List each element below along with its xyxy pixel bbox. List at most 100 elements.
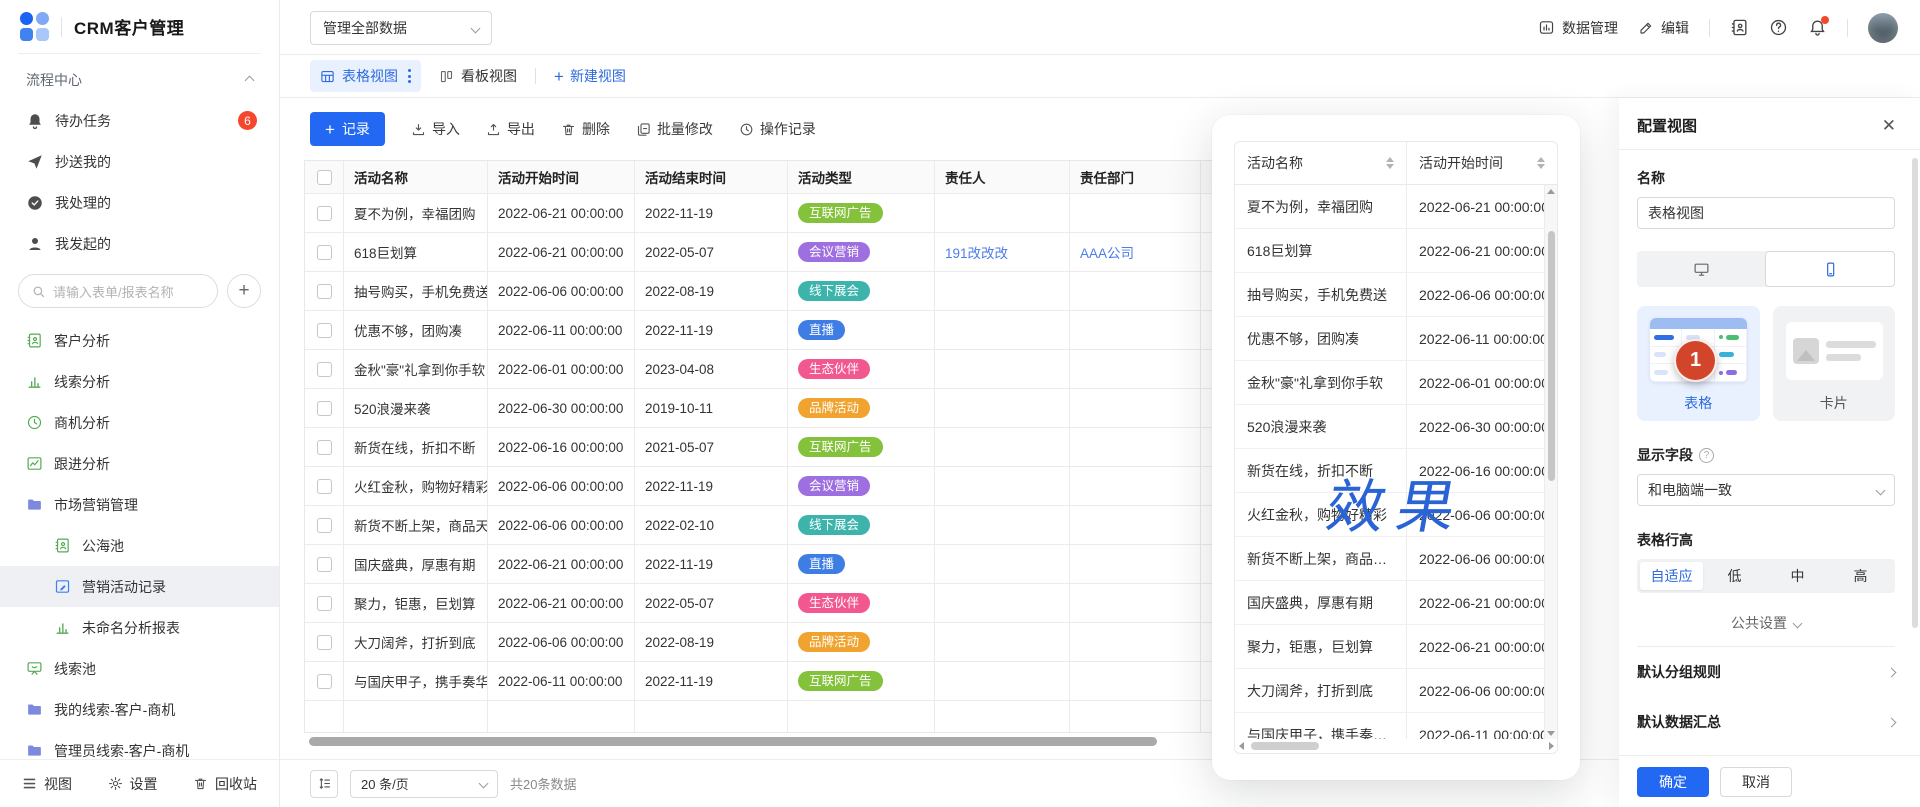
row-checkbox[interactable] xyxy=(317,674,332,689)
row-height-option-mid[interactable]: 中 xyxy=(1766,562,1829,590)
edit-button[interactable]: 编辑 xyxy=(1638,18,1689,38)
common-settings-toggle[interactable]: 公共设置 xyxy=(1637,613,1895,633)
view-type-table-card[interactable]: 1 表格 xyxy=(1637,306,1760,421)
sidebar-item-todo[interactable]: 待办任务 6 xyxy=(0,100,279,141)
bar-chart-icon xyxy=(26,373,43,390)
mobile-toggle[interactable] xyxy=(1765,251,1895,287)
select-all-checkbox[interactable] xyxy=(317,170,332,185)
add-form-button[interactable]: + xyxy=(227,274,261,308)
row-checkbox[interactable] xyxy=(317,479,332,494)
sort-icon[interactable] xyxy=(1386,157,1394,169)
tab-board-view[interactable]: 看板视图 xyxy=(439,66,517,86)
row-checkbox[interactable] xyxy=(317,401,332,416)
display-field-select[interactable]: 和电脑端一致 xyxy=(1637,474,1895,506)
views-button[interactable]: 视图 xyxy=(22,774,72,794)
row-checkbox[interactable] xyxy=(317,362,332,377)
sort-icon[interactable] xyxy=(1537,157,1545,169)
close-icon[interactable]: ✕ xyxy=(1882,117,1896,134)
chevron-up-icon[interactable] xyxy=(245,75,255,85)
preview-column-label: 活动开始时间 xyxy=(1419,153,1503,173)
row-checkbox[interactable] xyxy=(317,596,332,611)
column-header-end-time[interactable]: 活动结束时间 xyxy=(635,161,788,193)
preview-column-start-time[interactable]: 活动开始时间 xyxy=(1407,142,1557,184)
sidebar-section-process[interactable]: 流程中心 xyxy=(0,54,279,100)
help-icon[interactable] xyxy=(1769,18,1788,37)
preview-start-cell: 2022-06-21 00:00:00 xyxy=(1407,625,1544,668)
folder-icon xyxy=(26,496,43,513)
view-type-card-card[interactable]: 卡片 xyxy=(1773,306,1896,421)
tab-more-icon[interactable] xyxy=(408,69,411,83)
scrollbar-thumb[interactable] xyxy=(1548,231,1555,481)
sidebar-item-customer-analysis[interactable]: 客户分析 xyxy=(0,320,279,361)
scroll-left-icon[interactable] xyxy=(1235,739,1247,753)
department-link[interactable]: AAA公司 xyxy=(1080,242,1134,262)
notification-bell-icon[interactable] xyxy=(1808,18,1827,37)
start-time-cell: 2022-06-21 00:00:00 xyxy=(488,194,635,232)
owner-link[interactable]: 191改改改 xyxy=(945,242,1008,262)
sidebar-item-lead-pool[interactable]: 线索池 xyxy=(0,648,279,689)
recycle-bin-button[interactable]: 回收站 xyxy=(193,774,257,794)
data-manage-button[interactable]: 数据管理 xyxy=(1538,18,1618,38)
default-data-summary-row[interactable]: 默认数据汇总 xyxy=(1637,697,1895,747)
help-icon[interactable]: ? xyxy=(1699,448,1714,463)
view-name-input[interactable] xyxy=(1637,197,1895,229)
default-group-rule-row[interactable]: 默认分组规则 xyxy=(1637,647,1895,697)
delete-button[interactable]: 删除 xyxy=(561,119,610,139)
app-logo-icon xyxy=(20,12,49,41)
row-height-button[interactable] xyxy=(310,770,338,798)
desktop-toggle[interactable] xyxy=(1637,251,1765,287)
vertical-scrollbar[interactable] xyxy=(1544,185,1557,739)
settings-button[interactable]: 设置 xyxy=(108,774,158,794)
crm-app: CRM客户管理 流程中心 待办任务 6 抄送我的 我处理的 我发起的 请输入 xyxy=(0,0,1920,807)
row-height-option-auto[interactable]: 自适应 xyxy=(1640,562,1703,590)
add-record-button[interactable]: + 记录 xyxy=(310,112,385,146)
preview-column-activity-name[interactable]: 活动名称 xyxy=(1235,142,1407,184)
import-button[interactable]: 导入 xyxy=(411,119,460,139)
sidebar-item-marketing-mgmt[interactable]: 市场营销管理 xyxy=(0,484,279,525)
sidebar-item-my-leads[interactable]: 我的线索-客户-商机 xyxy=(0,689,279,730)
column-header-start-time[interactable]: 活动开始时间 xyxy=(488,161,635,193)
column-header-department[interactable]: 责任部门 xyxy=(1070,161,1201,193)
row-height-option-high[interactable]: 高 xyxy=(1829,562,1892,590)
panel-scrollbar-thumb[interactable] xyxy=(1912,158,1918,628)
sidebar-item-initiated[interactable]: 我发起的 xyxy=(0,223,279,264)
preview-horizontal-scrollbar[interactable] xyxy=(1235,739,1557,753)
tab-table-view[interactable]: 表格视图 xyxy=(310,60,421,92)
row-checkbox[interactable] xyxy=(317,557,332,572)
row-checkbox[interactable] xyxy=(317,518,332,533)
cancel-button[interactable]: 取消 xyxy=(1720,767,1792,797)
sidebar-item-lead-analysis[interactable]: 线索分析 xyxy=(0,361,279,402)
sidebar-item-cc-me[interactable]: 抄送我的 xyxy=(0,141,279,182)
column-header-activity-name[interactable]: 活动名称 xyxy=(344,161,488,193)
sidebar-item-opportunity-analysis[interactable]: 商机分析 xyxy=(0,402,279,443)
contacts-icon[interactable] xyxy=(1730,18,1749,37)
batch-edit-button[interactable]: 批量修改 xyxy=(636,119,713,139)
search-input[interactable]: 请输入表单/报表名称 xyxy=(18,274,218,308)
sidebar-item-handled[interactable]: 我处理的 xyxy=(0,182,279,223)
data-scope-select[interactable]: 管理全部数据 xyxy=(310,11,492,45)
row-checkbox[interactable] xyxy=(317,284,332,299)
scrollbar-thumb[interactable] xyxy=(1251,742,1319,750)
scroll-up-icon[interactable] xyxy=(1545,185,1557,197)
scroll-right-icon[interactable] xyxy=(1545,739,1557,753)
row-checkbox[interactable] xyxy=(317,206,332,221)
row-checkbox[interactable] xyxy=(317,245,332,260)
scroll-down-icon[interactable] xyxy=(1545,727,1557,739)
page-size-select[interactable]: 20 条/页 xyxy=(350,770,498,798)
user-avatar[interactable] xyxy=(1868,13,1898,43)
sidebar-item-unnamed-report[interactable]: 未命名分析报表 xyxy=(0,607,279,648)
row-checkbox[interactable] xyxy=(317,440,332,455)
horizontal-scrollbar[interactable] xyxy=(309,737,1157,746)
column-header-activity-type[interactable]: 活动类型 xyxy=(788,161,935,193)
sidebar-item-public-pool[interactable]: 公海池 xyxy=(0,525,279,566)
row-checkbox[interactable] xyxy=(317,323,332,338)
operation-log-button[interactable]: 操作记录 xyxy=(739,119,816,139)
export-button[interactable]: 导出 xyxy=(486,119,535,139)
column-header-owner[interactable]: 责任人 xyxy=(935,161,1070,193)
row-height-option-low[interactable]: 低 xyxy=(1703,562,1766,590)
confirm-button[interactable]: 确定 xyxy=(1637,767,1709,797)
new-view-button[interactable]: + 新建视图 xyxy=(554,66,626,86)
sidebar-item-followup-analysis[interactable]: 跟进分析 xyxy=(0,443,279,484)
row-checkbox[interactable] xyxy=(317,635,332,650)
sidebar-item-marketing-activity-record[interactable]: 营销活动记录 xyxy=(0,566,279,607)
